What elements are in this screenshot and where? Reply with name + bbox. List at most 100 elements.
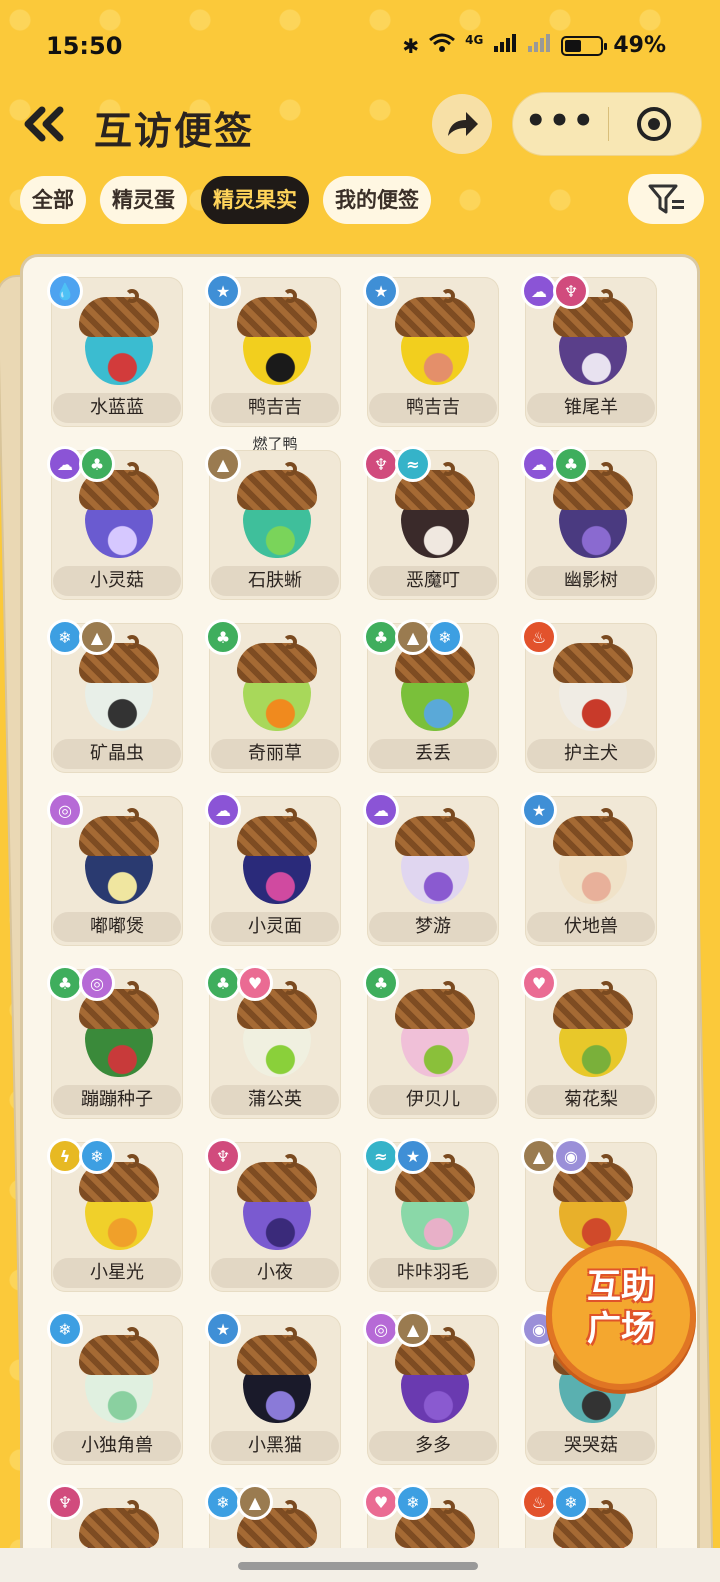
fruit-item[interactable]: ☁ 小灵面	[205, 792, 341, 946]
fruit-item[interactable]: ≈ ★ 咔咔羽毛	[363, 1138, 499, 1292]
fruit-item[interactable]: ♣ 伊贝儿	[363, 965, 499, 1119]
fruit-item[interactable]: ♣ 奇丽草	[205, 619, 341, 773]
help-plaza-label: 互助 广场	[560, 1266, 682, 1350]
fruit-item[interactable]: ★ 伏地兽	[521, 792, 657, 946]
swirl-type-icon: ◉	[553, 1138, 589, 1174]
fruit-item[interactable]: ♣ ♥ 蒲公英	[205, 965, 341, 1119]
acorn-fruit-icon	[235, 1327, 319, 1423]
tab-spirit-fruit[interactable]: 精灵果实	[201, 176, 309, 224]
type-badges: ☁	[363, 792, 399, 828]
miniapp-capsule: •••	[512, 92, 702, 156]
ghost-type-icon: ☁	[363, 792, 399, 828]
star-type-icon: ★	[363, 273, 399, 309]
type-badges: ♥ ❄	[363, 1484, 431, 1520]
tab-my-notes[interactable]: 我的便签	[323, 176, 431, 224]
fruit-item[interactable]: ♥ 菊花梨	[521, 965, 657, 1119]
type-badges: ▲ ◉	[521, 1138, 589, 1174]
fruit-item[interactable]: 💧 水蓝蓝	[47, 273, 183, 427]
rock-type-icon: ▲	[521, 1138, 557, 1174]
fruit-item[interactable]: ☁ ♣ 幽影树	[521, 446, 657, 600]
fruit-stem	[283, 462, 297, 476]
fruit-item[interactable]: ☁ 梦游	[363, 792, 499, 946]
fruit-item[interactable]: ★ 小黑猫	[205, 1311, 341, 1465]
fruit-item[interactable]: ☁ ♣ 小灵菇	[47, 446, 183, 600]
fruit-stem	[441, 1500, 455, 1514]
rock-type-icon: ▲	[205, 446, 241, 482]
fruit-item[interactable]: ❄ 小独角兽	[47, 1311, 183, 1465]
status-icons: ✱ 4G 49%	[402, 33, 666, 59]
acorn-fruit-icon	[235, 635, 319, 731]
fruit-cap	[79, 816, 159, 856]
fruit-cap	[553, 643, 633, 683]
bluetooth-icon: ✱	[402, 33, 420, 58]
fruit-item[interactable]: ♣ ▲ ❄ 丢丢	[363, 619, 499, 773]
type-badges: ♆	[47, 1484, 83, 1520]
ghost-type-icon: ☁	[205, 792, 241, 828]
wifi-icon	[429, 33, 456, 58]
grass-type-icon: ♣	[47, 965, 83, 1001]
help-plaza-line2: 广场	[587, 1309, 655, 1349]
acorn-fruit-icon	[77, 1327, 161, 1423]
fruit-stem	[125, 1154, 139, 1168]
back-button[interactable]	[20, 104, 68, 144]
fire-type-icon: ♨	[521, 1484, 557, 1520]
fruit-item[interactable]: ♨ 护主犬	[521, 619, 657, 773]
signal-icon-2	[527, 33, 551, 58]
acorn-fruit-icon	[77, 808, 161, 904]
share-button[interactable]	[432, 94, 492, 154]
fruit-name: 锥尾羊	[527, 393, 655, 423]
fruit-stem	[125, 462, 139, 476]
fruit-item[interactable]: ❄ ▲ 矿晶虫	[47, 619, 183, 773]
fruit-item[interactable]: ♆ ≈ 恶魔叮	[363, 446, 499, 600]
fruit-stem	[125, 808, 139, 822]
grass-type-icon: ♣	[205, 619, 241, 655]
fruit-stem	[283, 981, 297, 995]
fruit-item[interactable]: ◎ 嘟嘟煲	[47, 792, 183, 946]
close-miniapp-button[interactable]	[637, 107, 671, 141]
fruit-name: 小夜	[211, 1258, 339, 1288]
type-badges: ♣ ▲ ❄	[363, 619, 463, 655]
fruit-name: 恶魔叮	[369, 566, 497, 596]
fruit-cap	[79, 1335, 159, 1375]
fruit-name: 蹦蹦种子	[53, 1085, 181, 1115]
star-type-icon: ★	[521, 792, 557, 828]
acorn-fruit-icon	[551, 981, 635, 1077]
signal-icon	[493, 33, 517, 58]
fruit-item[interactable]: ▲ 石肤蜥	[205, 446, 341, 600]
fruit-item[interactable]: ◎ ▲ 多多	[363, 1311, 499, 1465]
grass-type-icon: ♣	[363, 965, 399, 1001]
help-plaza-button[interactable]: 互助 广场	[546, 1240, 696, 1390]
fruit-item[interactable]: ϟ ❄ 小星光	[47, 1138, 183, 1292]
fruit-name: 咔咔羽毛	[369, 1258, 497, 1288]
fruit-item[interactable]: ★ 鸭吉吉 燃了鸭	[205, 273, 341, 453]
header: 互访便签 •••	[0, 86, 720, 162]
type-badges: ☁	[205, 792, 241, 828]
type-badges: ♣ ◎	[47, 965, 115, 1001]
fruit-stem	[441, 808, 455, 822]
fruit-item[interactable]: ♆ 小夜	[205, 1138, 341, 1292]
type-badges: ϟ ❄	[47, 1138, 115, 1174]
fruit-item[interactable]: ★ 鸭吉吉	[363, 273, 499, 427]
fruit-cap	[395, 297, 475, 337]
tab-spirit-egg[interactable]: 精灵蛋	[100, 176, 187, 224]
fruit-item[interactable]: ☁ ♆ 锥尾羊	[521, 273, 657, 427]
fruit-cap	[237, 1335, 317, 1375]
home-indicator[interactable]	[238, 1562, 478, 1570]
filter-button[interactable]	[628, 174, 704, 224]
grass-type-icon: ♣	[79, 446, 115, 482]
type-badges: ☁ ♆	[521, 273, 589, 309]
fruit-item[interactable]: ♣ ◎ 蹦蹦种子	[47, 965, 183, 1119]
more-button[interactable]: •••	[513, 93, 608, 155]
tab-all[interactable]: 全部	[20, 176, 86, 224]
star-type-icon: ★	[205, 273, 241, 309]
acorn-fruit-icon	[551, 808, 635, 904]
fruit-name: 丢丢	[369, 739, 497, 769]
type-badges: 💧	[47, 273, 83, 309]
wing-type-icon: ≈	[395, 446, 431, 482]
fruit-name: 伊贝儿	[369, 1085, 497, 1115]
fruit-stem	[125, 1327, 139, 1341]
type-badges: ◎ ▲	[363, 1311, 431, 1347]
fruit-name: 嘟嘟煲	[53, 912, 181, 942]
type-badges: ❄ ▲	[47, 619, 115, 655]
type-badges: ♣	[205, 619, 241, 655]
